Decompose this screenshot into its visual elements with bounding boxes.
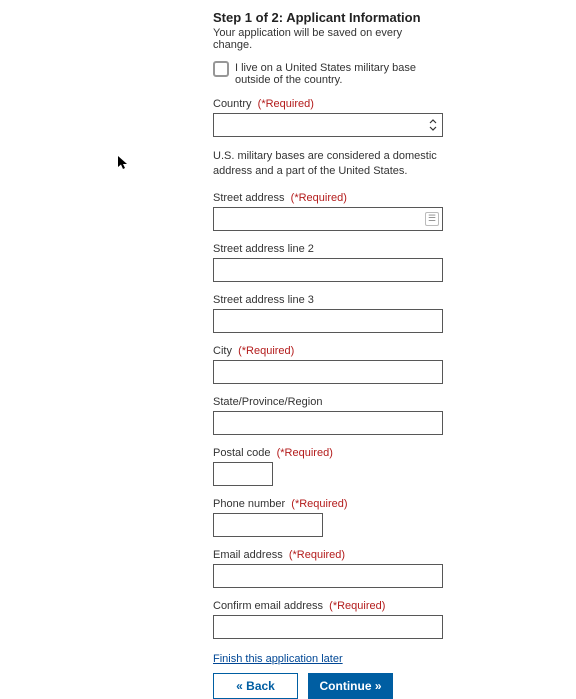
phone-label: Phone number (*Required) [213, 498, 443, 510]
confirm-email-input[interactable] [213, 615, 443, 639]
email-field-group: Email address (*Required) [213, 549, 443, 588]
required-marker: (*Required) [289, 549, 345, 561]
street2-field-group: Street address line 2 [213, 243, 443, 282]
city-label: City (*Required) [213, 345, 443, 357]
continue-button[interactable]: Continue » [308, 673, 393, 699]
military-base-checkbox-row: I live on a United States military base … [213, 61, 443, 86]
street3-field-group: Street address line 3 [213, 294, 443, 333]
state-field-group: State/Province/Region [213, 396, 443, 435]
street2-label: Street address line 2 [213, 243, 443, 255]
city-input[interactable] [213, 360, 443, 384]
city-field-group: City (*Required) [213, 345, 443, 384]
cursor-icon [118, 156, 128, 173]
country-select[interactable] [213, 113, 443, 137]
required-marker: (*Required) [291, 498, 347, 510]
confirm-email-label: Confirm email address (*Required) [213, 600, 443, 612]
street2-input[interactable] [213, 258, 443, 282]
step-subtitle: Your application will be saved on every … [213, 27, 443, 51]
button-row: « Back Continue » [213, 673, 443, 699]
state-input[interactable] [213, 411, 443, 435]
street3-input[interactable] [213, 309, 443, 333]
finish-later-link[interactable]: Finish this application later [213, 653, 343, 665]
postal-label: Postal code (*Required) [213, 447, 443, 459]
country-helper-text: U.S. military bases are considered a dom… [213, 149, 443, 180]
street1-label: Street address (*Required) [213, 192, 443, 204]
back-button[interactable]: « Back [213, 673, 298, 699]
military-base-checkbox[interactable] [213, 61, 229, 77]
postal-input[interactable] [213, 462, 273, 486]
phone-input[interactable] [213, 513, 323, 537]
country-field-group: Country (*Required) [213, 98, 443, 137]
required-marker: (*Required) [238, 345, 294, 357]
email-input[interactable] [213, 564, 443, 588]
street1-field-group: Street address (*Required) ☰ [213, 192, 443, 231]
phone-field-group: Phone number (*Required) [213, 498, 443, 537]
required-marker: (*Required) [329, 600, 385, 612]
street1-input[interactable] [213, 207, 443, 231]
email-label: Email address (*Required) [213, 549, 443, 561]
street3-label: Street address line 3 [213, 294, 443, 306]
postal-field-group: Postal code (*Required) [213, 447, 443, 486]
confirm-email-field-group: Confirm email address (*Required) [213, 600, 443, 639]
required-marker: (*Required) [291, 192, 347, 204]
contact-card-icon: ☰ [425, 212, 439, 226]
step-title: Step 1 of 2: Applicant Information [213, 10, 443, 25]
required-marker: (*Required) [277, 447, 333, 459]
applicant-form: Step 1 of 2: Applicant Information Your … [213, 0, 443, 699]
required-marker: (*Required) [258, 98, 314, 110]
country-label: Country (*Required) [213, 98, 443, 110]
military-base-checkbox-label: I live on a United States military base … [235, 61, 443, 86]
state-label: State/Province/Region [213, 396, 443, 408]
